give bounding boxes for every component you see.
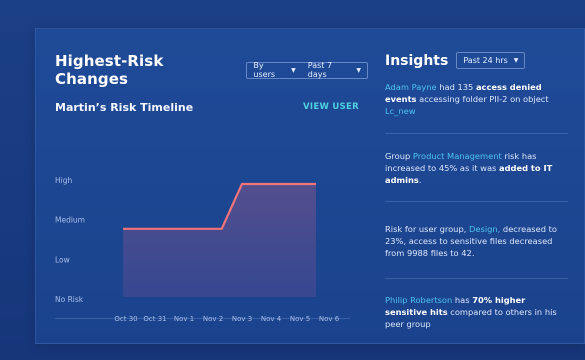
filter-by-users-dropdown[interactable]: By users ▼ bbox=[253, 61, 295, 79]
user-link[interactable]: Adam Payne bbox=[385, 82, 437, 92]
user-link[interactable]: Philip Robertson bbox=[385, 295, 452, 305]
risk-timeline-chart: No Risk Low Medium High Oct 30 Oct 31 Nov 1 No… bbox=[55, 176, 340, 323]
insight-item: Adam Payne had 135 access denied events … bbox=[385, 81, 568, 118]
risk-dashboard-card: Highest-Risk Changes By users ▼ Past 7 d… bbox=[35, 28, 585, 344]
x-axis-label: Nov 4 bbox=[261, 315, 282, 323]
x-axis-label: Oct 31 bbox=[143, 315, 166, 323]
insight-text: . bbox=[418, 175, 422, 186]
insight-text: has bbox=[452, 295, 473, 305]
y-axis-label: Medium bbox=[55, 216, 85, 225]
insight-divider bbox=[385, 278, 568, 279]
insight-divider bbox=[385, 133, 568, 134]
highest-risk-changes-panel: Highest-Risk Changes By users ▼ Past 7 d… bbox=[36, 29, 368, 345]
group-link[interactable]: Design, bbox=[469, 224, 500, 234]
y-axis-label: Low bbox=[55, 255, 70, 264]
x-axis-label: Oct 30 bbox=[114, 315, 137, 323]
risk-area-fill bbox=[123, 183, 316, 297]
x-axis-label: Nov 5 bbox=[290, 315, 310, 323]
y-axis-label: No Risk bbox=[55, 295, 84, 304]
x-axis-label: Nov 6 bbox=[319, 315, 340, 323]
caret-down-icon: ▼ bbox=[291, 66, 296, 74]
insight-text: had 135 bbox=[436, 82, 476, 92]
insight-text: accessing folder PII-2 on object bbox=[416, 94, 549, 105]
x-axis-label: Nov 1 bbox=[174, 315, 194, 323]
insight-text: Group bbox=[385, 151, 413, 161]
y-axis-label: High bbox=[55, 176, 72, 185]
chart-divider bbox=[55, 318, 350, 319]
insight-divider bbox=[385, 201, 568, 202]
insights-range-dropdown[interactable]: Past 24 hrs ▼ bbox=[456, 52, 526, 69]
x-axis-label: Nov 3 bbox=[232, 315, 252, 323]
insight-item: Group Product Management risk has increa… bbox=[385, 150, 568, 187]
risk-timeline-title: Martin’s Risk Timeline bbox=[55, 101, 194, 114]
caret-down-icon: ▼ bbox=[513, 57, 519, 64]
insights-title: Insights bbox=[385, 52, 449, 69]
risk-changes-header: Highest-Risk Changes By users ▼ Past 7 d… bbox=[55, 52, 368, 88]
view-user-link[interactable]: VIEW USER bbox=[303, 102, 359, 112]
x-axis-label: Nov 2 bbox=[203, 315, 223, 323]
insight-item: Risk for user group, Design, decreased t… bbox=[385, 223, 568, 260]
risk-filters: By users ▼ Past 7 days ▼ bbox=[246, 61, 368, 79]
risk-changes-title: Highest-Risk Changes bbox=[55, 52, 164, 88]
insight-text: Risk for user group, bbox=[385, 224, 469, 234]
insights-panel: Insights Past 24 hrs ▼ Adam Payne had 13… bbox=[368, 29, 585, 345]
insights-header: Insights Past 24 hrs ▼ bbox=[385, 52, 526, 69]
filter-by-users-label: By users bbox=[253, 61, 276, 79]
object-link[interactable]: Lc_new bbox=[385, 106, 415, 116]
insight-item: Philip Robertson has 70% higher sensitiv… bbox=[385, 294, 568, 331]
filter-time-range-dropdown[interactable]: Past 7 days ▼ bbox=[308, 61, 361, 79]
insights-range-label: Past 24 hrs bbox=[463, 56, 508, 65]
filter-time-range-label: Past 7 days bbox=[307, 61, 333, 79]
caret-down-icon: ▼ bbox=[356, 66, 361, 74]
group-link[interactable]: Product Management bbox=[413, 151, 502, 161]
